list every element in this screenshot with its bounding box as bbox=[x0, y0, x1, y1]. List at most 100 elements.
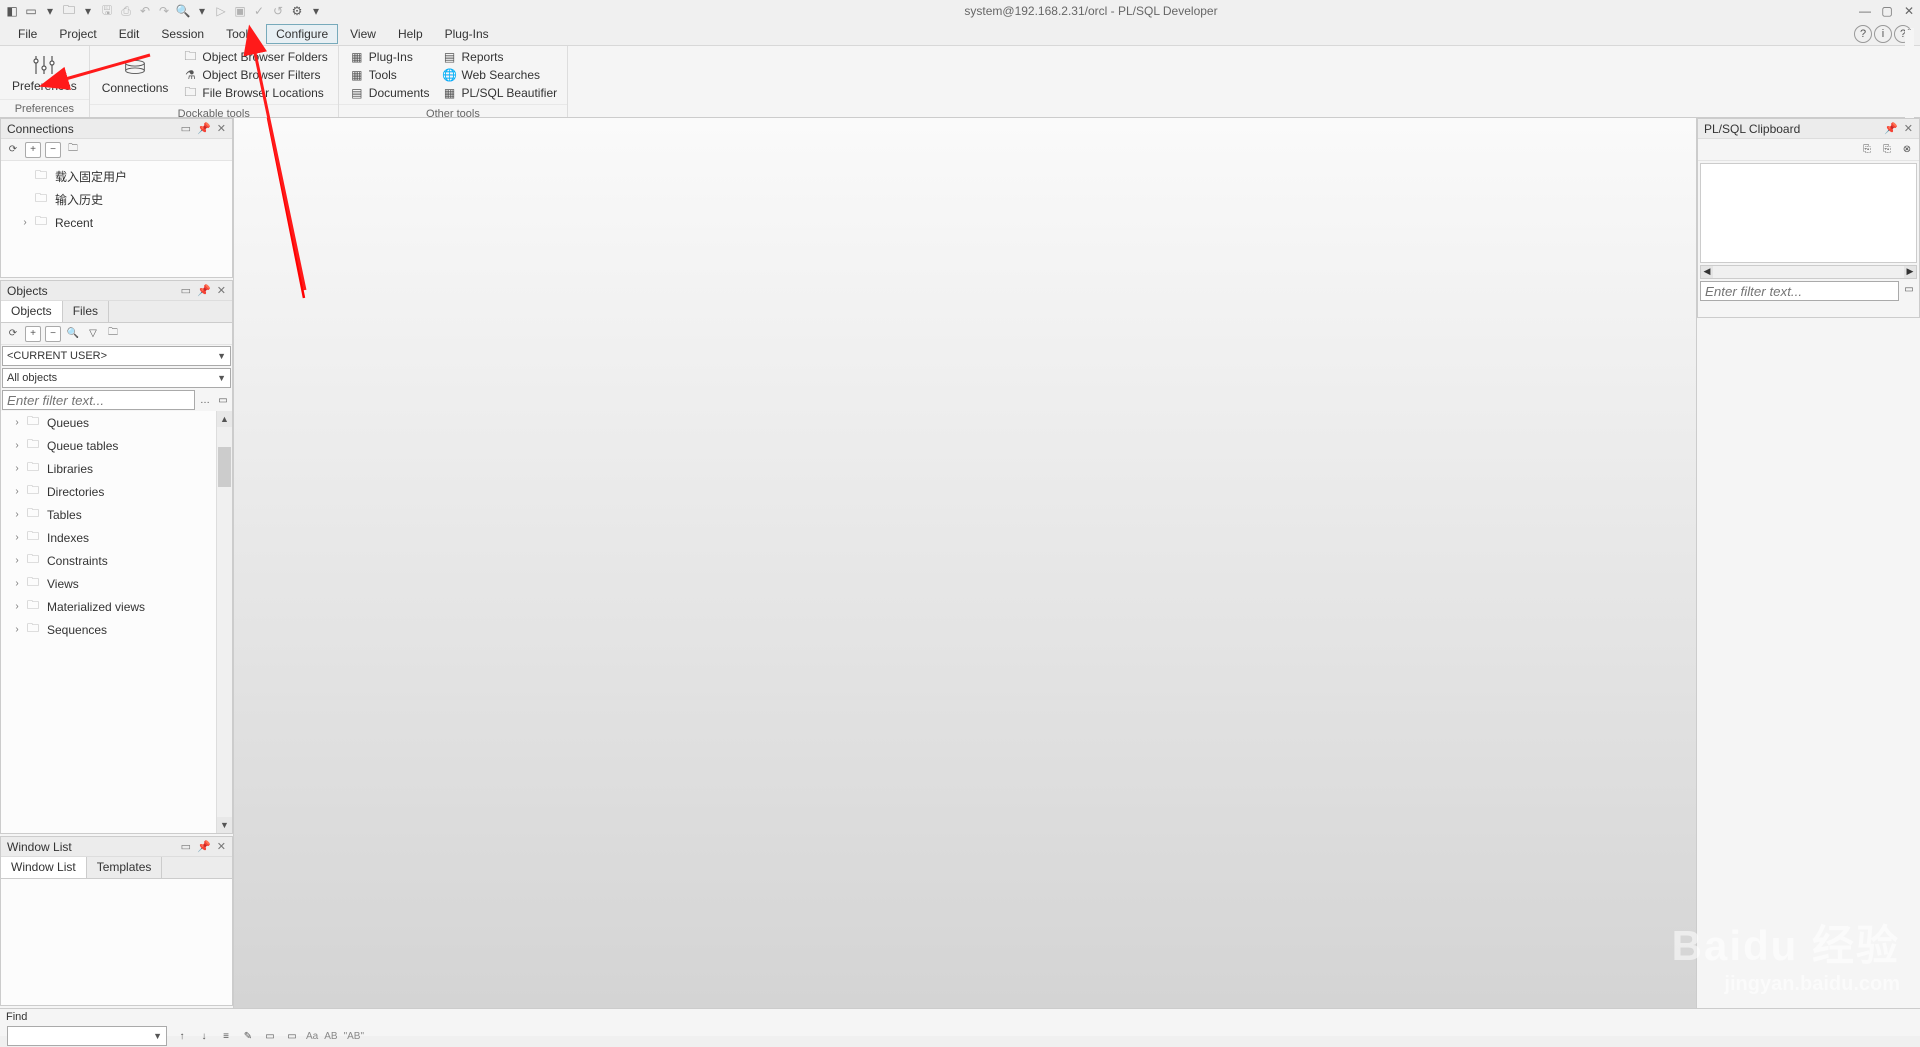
find-icon[interactable]: 🔍 bbox=[65, 326, 81, 342]
tree-item[interactable]: 🗀载入固定用户 bbox=[3, 165, 230, 188]
tab-objects[interactable]: Objects bbox=[1, 301, 63, 322]
clear-icon[interactable]: ⊗ bbox=[1899, 142, 1915, 158]
search-dropdown-icon[interactable]: ▾ bbox=[194, 3, 210, 19]
user-dropdown[interactable]: <CURRENT USER>▼ bbox=[2, 346, 231, 366]
tree-item[interactable]: ›🗀Views bbox=[1, 572, 232, 595]
menu-configure[interactable]: Configure bbox=[266, 24, 338, 44]
web-searches-button[interactable]: 🌐Web Searches bbox=[438, 66, 562, 84]
tab-templates[interactable]: Templates bbox=[87, 857, 163, 878]
scroll-left-icon[interactable]: ◀ bbox=[1701, 266, 1713, 278]
tree-item[interactable]: ›🗀Tables bbox=[1, 503, 232, 526]
highlight-icon[interactable]: ✎ bbox=[240, 1028, 256, 1044]
menu-edit[interactable]: Edit bbox=[109, 24, 150, 44]
panel-restore-button[interactable]: ▭ bbox=[181, 284, 191, 297]
new-icon[interactable]: ▭ bbox=[23, 3, 39, 19]
save-icon[interactable]: 🖫 bbox=[99, 3, 115, 19]
filter-toggle-icon[interactable]: ▽ bbox=[85, 326, 101, 342]
tree-item[interactable]: ›🗀Indexes bbox=[1, 526, 232, 549]
panel-pin-button[interactable]: 📌 bbox=[1884, 122, 1898, 135]
regex-icon[interactable]: "AB" bbox=[344, 1031, 364, 1042]
menu-session[interactable]: Session bbox=[151, 24, 214, 44]
paste-icon[interactable]: ⎘ bbox=[1879, 142, 1895, 158]
folder-icon[interactable]: 🗀 bbox=[65, 142, 81, 158]
scrollbar[interactable]: ▲ ▼ bbox=[216, 411, 232, 833]
find-prev-icon[interactable]: ↑ bbox=[174, 1028, 190, 1044]
tab-files[interactable]: Files bbox=[63, 301, 109, 322]
tree-item[interactable]: ›🗀Constraints bbox=[1, 549, 232, 572]
info-icon[interactable]: i bbox=[1874, 25, 1892, 43]
copy-icon[interactable]: ⎘ bbox=[1859, 142, 1875, 158]
tree-item[interactable]: ›🗀Recent bbox=[3, 211, 230, 234]
remove-icon[interactable]: − bbox=[45, 142, 61, 158]
tree-item[interactable]: ›🗀Queue tables bbox=[1, 434, 232, 457]
find-input[interactable]: ▼ bbox=[7, 1026, 167, 1046]
redo-icon[interactable]: ↷ bbox=[156, 3, 172, 19]
panel-restore-button[interactable]: ▭ bbox=[181, 122, 191, 135]
print-icon[interactable]: ⎙ bbox=[118, 3, 134, 19]
scroll-down-icon[interactable]: ▼ bbox=[217, 817, 232, 833]
menu-view[interactable]: View bbox=[340, 24, 386, 44]
scroll-up-icon[interactable]: ▲ bbox=[217, 411, 232, 427]
refresh-icon[interactable]: ⟳ bbox=[5, 326, 21, 342]
menu-tools[interactable]: Tools bbox=[216, 24, 264, 44]
find-option2-icon[interactable]: ▭ bbox=[284, 1028, 300, 1044]
preferences-button[interactable]: Preferences bbox=[6, 51, 83, 95]
execute-icon[interactable]: ▷ bbox=[213, 3, 229, 19]
help-icon[interactable]: ? bbox=[1854, 25, 1872, 43]
panel-close-button[interactable]: ✕ bbox=[1904, 122, 1913, 135]
menu-plugins[interactable]: Plug-Ins bbox=[435, 24, 499, 44]
open-icon[interactable]: 🗀 bbox=[61, 3, 77, 19]
tree-item[interactable]: ›🗀Directories bbox=[1, 480, 232, 503]
tree-item[interactable]: ›🗀Sequences bbox=[1, 618, 232, 641]
undo-icon[interactable]: ↶ bbox=[137, 3, 153, 19]
panel-pin-button[interactable]: 📌 bbox=[197, 840, 211, 853]
maximize-button[interactable]: ▢ bbox=[1880, 4, 1894, 18]
plugins-button[interactable]: ▦Plug-Ins bbox=[345, 48, 434, 66]
connections-button[interactable]: Connections bbox=[96, 53, 175, 97]
panel-close-button[interactable]: ✕ bbox=[217, 840, 226, 853]
menu-file[interactable]: File bbox=[8, 24, 47, 44]
stop-icon[interactable]: ▣ bbox=[232, 3, 248, 19]
find-next-icon[interactable]: ↓ bbox=[196, 1028, 212, 1044]
whole-word-icon[interactable]: AB bbox=[324, 1031, 337, 1042]
clipboard-hscroll[interactable]: ◀▶ bbox=[1700, 265, 1917, 279]
objects-filter-input[interactable] bbox=[2, 390, 195, 410]
scroll-right-icon[interactable]: ▶ bbox=[1904, 266, 1916, 278]
tab-window-list[interactable]: Window List bbox=[1, 857, 87, 878]
tools-button[interactable]: ▦Tools bbox=[345, 66, 434, 84]
new-icon[interactable]: + bbox=[25, 326, 41, 342]
panel-close-button[interactable]: ✕ bbox=[217, 122, 226, 135]
tree-item[interactable]: ›🗀Materialized views bbox=[1, 595, 232, 618]
menu-help[interactable]: Help bbox=[388, 24, 433, 44]
customize-dropdown-icon[interactable]: ▾ bbox=[308, 3, 324, 19]
menu-project[interactable]: Project bbox=[49, 24, 106, 44]
documents-button[interactable]: ▤Documents bbox=[345, 84, 434, 102]
panel-pin-button[interactable]: 📌 bbox=[197, 122, 211, 135]
delete-icon[interactable]: − bbox=[45, 326, 61, 342]
filter-apply-icon[interactable]: ▭ bbox=[215, 392, 231, 408]
commit-icon[interactable]: ✓ bbox=[251, 3, 267, 19]
match-case-icon[interactable]: Aa bbox=[306, 1031, 318, 1042]
find-option-icon[interactable]: ▭ bbox=[262, 1028, 278, 1044]
filter-dropdown[interactable]: All objects▼ bbox=[2, 368, 231, 388]
panel-close-button[interactable]: ✕ bbox=[217, 284, 226, 297]
search-icon[interactable]: 🔍 bbox=[175, 3, 191, 19]
object-browser-filters-button[interactable]: ⚗Object Browser Filters bbox=[178, 66, 331, 84]
rollback-icon[interactable]: ↺ bbox=[270, 3, 286, 19]
refresh-icon[interactable]: ⟳ bbox=[5, 142, 21, 158]
minimize-button[interactable]: — bbox=[1858, 4, 1872, 18]
ribbon-collapse-icon[interactable]: ˆ bbox=[1905, 28, 1914, 118]
find-all-icon[interactable]: ≡ bbox=[218, 1028, 234, 1044]
panel-restore-button[interactable]: ▭ bbox=[181, 840, 191, 853]
preferences-quick-icon[interactable]: ⚙ bbox=[289, 3, 305, 19]
filter-more-icon[interactable]: … bbox=[197, 392, 213, 408]
file-browser-locations-button[interactable]: 🗀File Browser Locations bbox=[178, 84, 331, 102]
filter-apply-icon[interactable]: ▭ bbox=[1901, 281, 1917, 297]
reports-button[interactable]: ▤Reports bbox=[438, 48, 562, 66]
add-icon[interactable]: + bbox=[25, 142, 41, 158]
clipboard-filter-input[interactable] bbox=[1700, 281, 1899, 301]
object-browser-folders-button[interactable]: 🗀Object Browser Folders bbox=[178, 48, 331, 66]
tree-item[interactable]: ›🗀Queues bbox=[1, 411, 232, 434]
folder-options-icon[interactable]: 🗀 bbox=[105, 326, 121, 342]
beautifier-button[interactable]: ▦PL/SQL Beautifier bbox=[438, 84, 562, 102]
